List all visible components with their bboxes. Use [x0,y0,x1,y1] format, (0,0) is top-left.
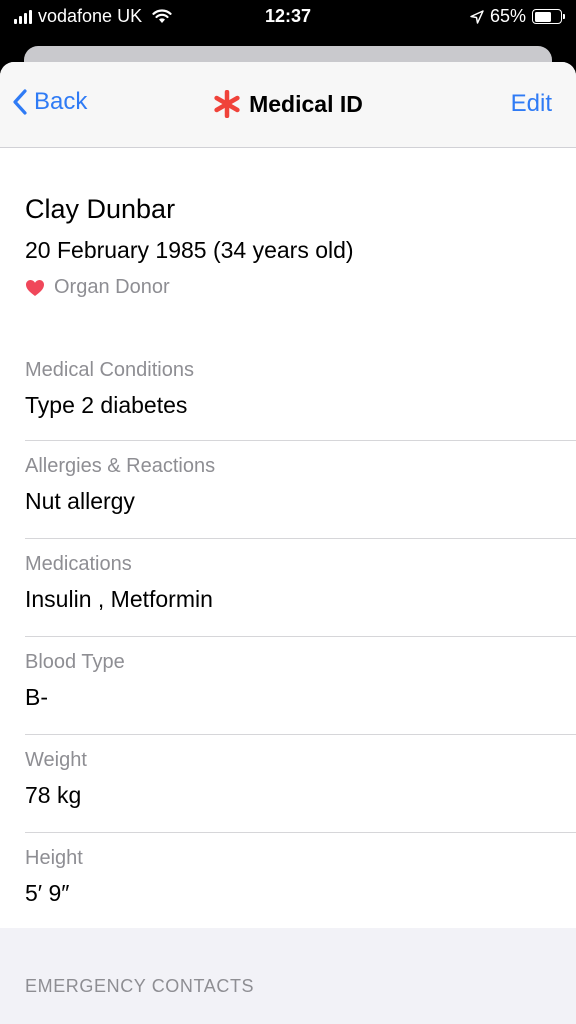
page-title: Medical ID [249,90,363,117]
field-label: Medications [25,553,132,575]
status-right: 65% [470,6,565,27]
field-value: 78 kg [25,782,82,808]
field-medications: Medications Insulin , Metformin [25,539,576,637]
field-value: B- [25,684,48,710]
field-value: 5′ 9″ [25,880,70,906]
emergency-contacts-section: EMERGENCY CONTACTS [0,928,576,1024]
profile-section: Clay Dunbar 20 February 1985 (34 years o… [0,148,576,299]
navigation-bar: Back Medical ID Edit [0,62,576,148]
field-label: Medical Conditions [25,359,194,381]
nav-title: Medical ID [0,90,576,118]
field-blood-type: Blood Type B- [25,637,576,735]
edit-button[interactable]: Edit [511,90,552,118]
person-name: Clay Dunbar [25,194,176,224]
field-value: Insulin , Metformin [25,586,213,612]
date-of-birth: 20 February 1985 (34 years old) [25,237,354,263]
heart-icon [26,279,44,296]
location-arrow-icon [470,9,484,24]
battery-tip [563,14,565,19]
section-header: EMERGENCY CONTACTS [25,976,255,996]
field-value: Nut allergy [25,488,135,514]
field-label: Allergies & Reactions [25,455,216,477]
field-label: Weight [25,749,87,771]
battery-percent: 65% [489,6,526,26]
medical-fields-list: Medical Conditions Type 2 diabetes Aller… [0,351,576,931]
medical-id-sheet: Back Medical ID Edit Clay Dunbar 20 Febr… [0,62,576,1024]
battery-level [534,11,551,22]
organ-donor-label: Organ Donor [54,276,170,298]
field-height: Height 5′ 9″ [25,833,576,931]
organ-donor-status: Organ Donor [25,276,551,299]
status-bar: vodafone UK 12:37 65% [0,0,576,34]
field-value: Type 2 diabetes [25,392,188,418]
battery-icon [532,9,565,24]
field-label: Height [25,847,83,869]
medical-asterisk-icon [214,90,240,118]
field-weight: Weight 78 kg [25,735,576,833]
field-medical-conditions: Medical Conditions Type 2 diabetes [25,351,576,441]
field-label: Blood Type [25,651,125,673]
field-allergies: Allergies & Reactions Nut allergy [25,441,576,539]
